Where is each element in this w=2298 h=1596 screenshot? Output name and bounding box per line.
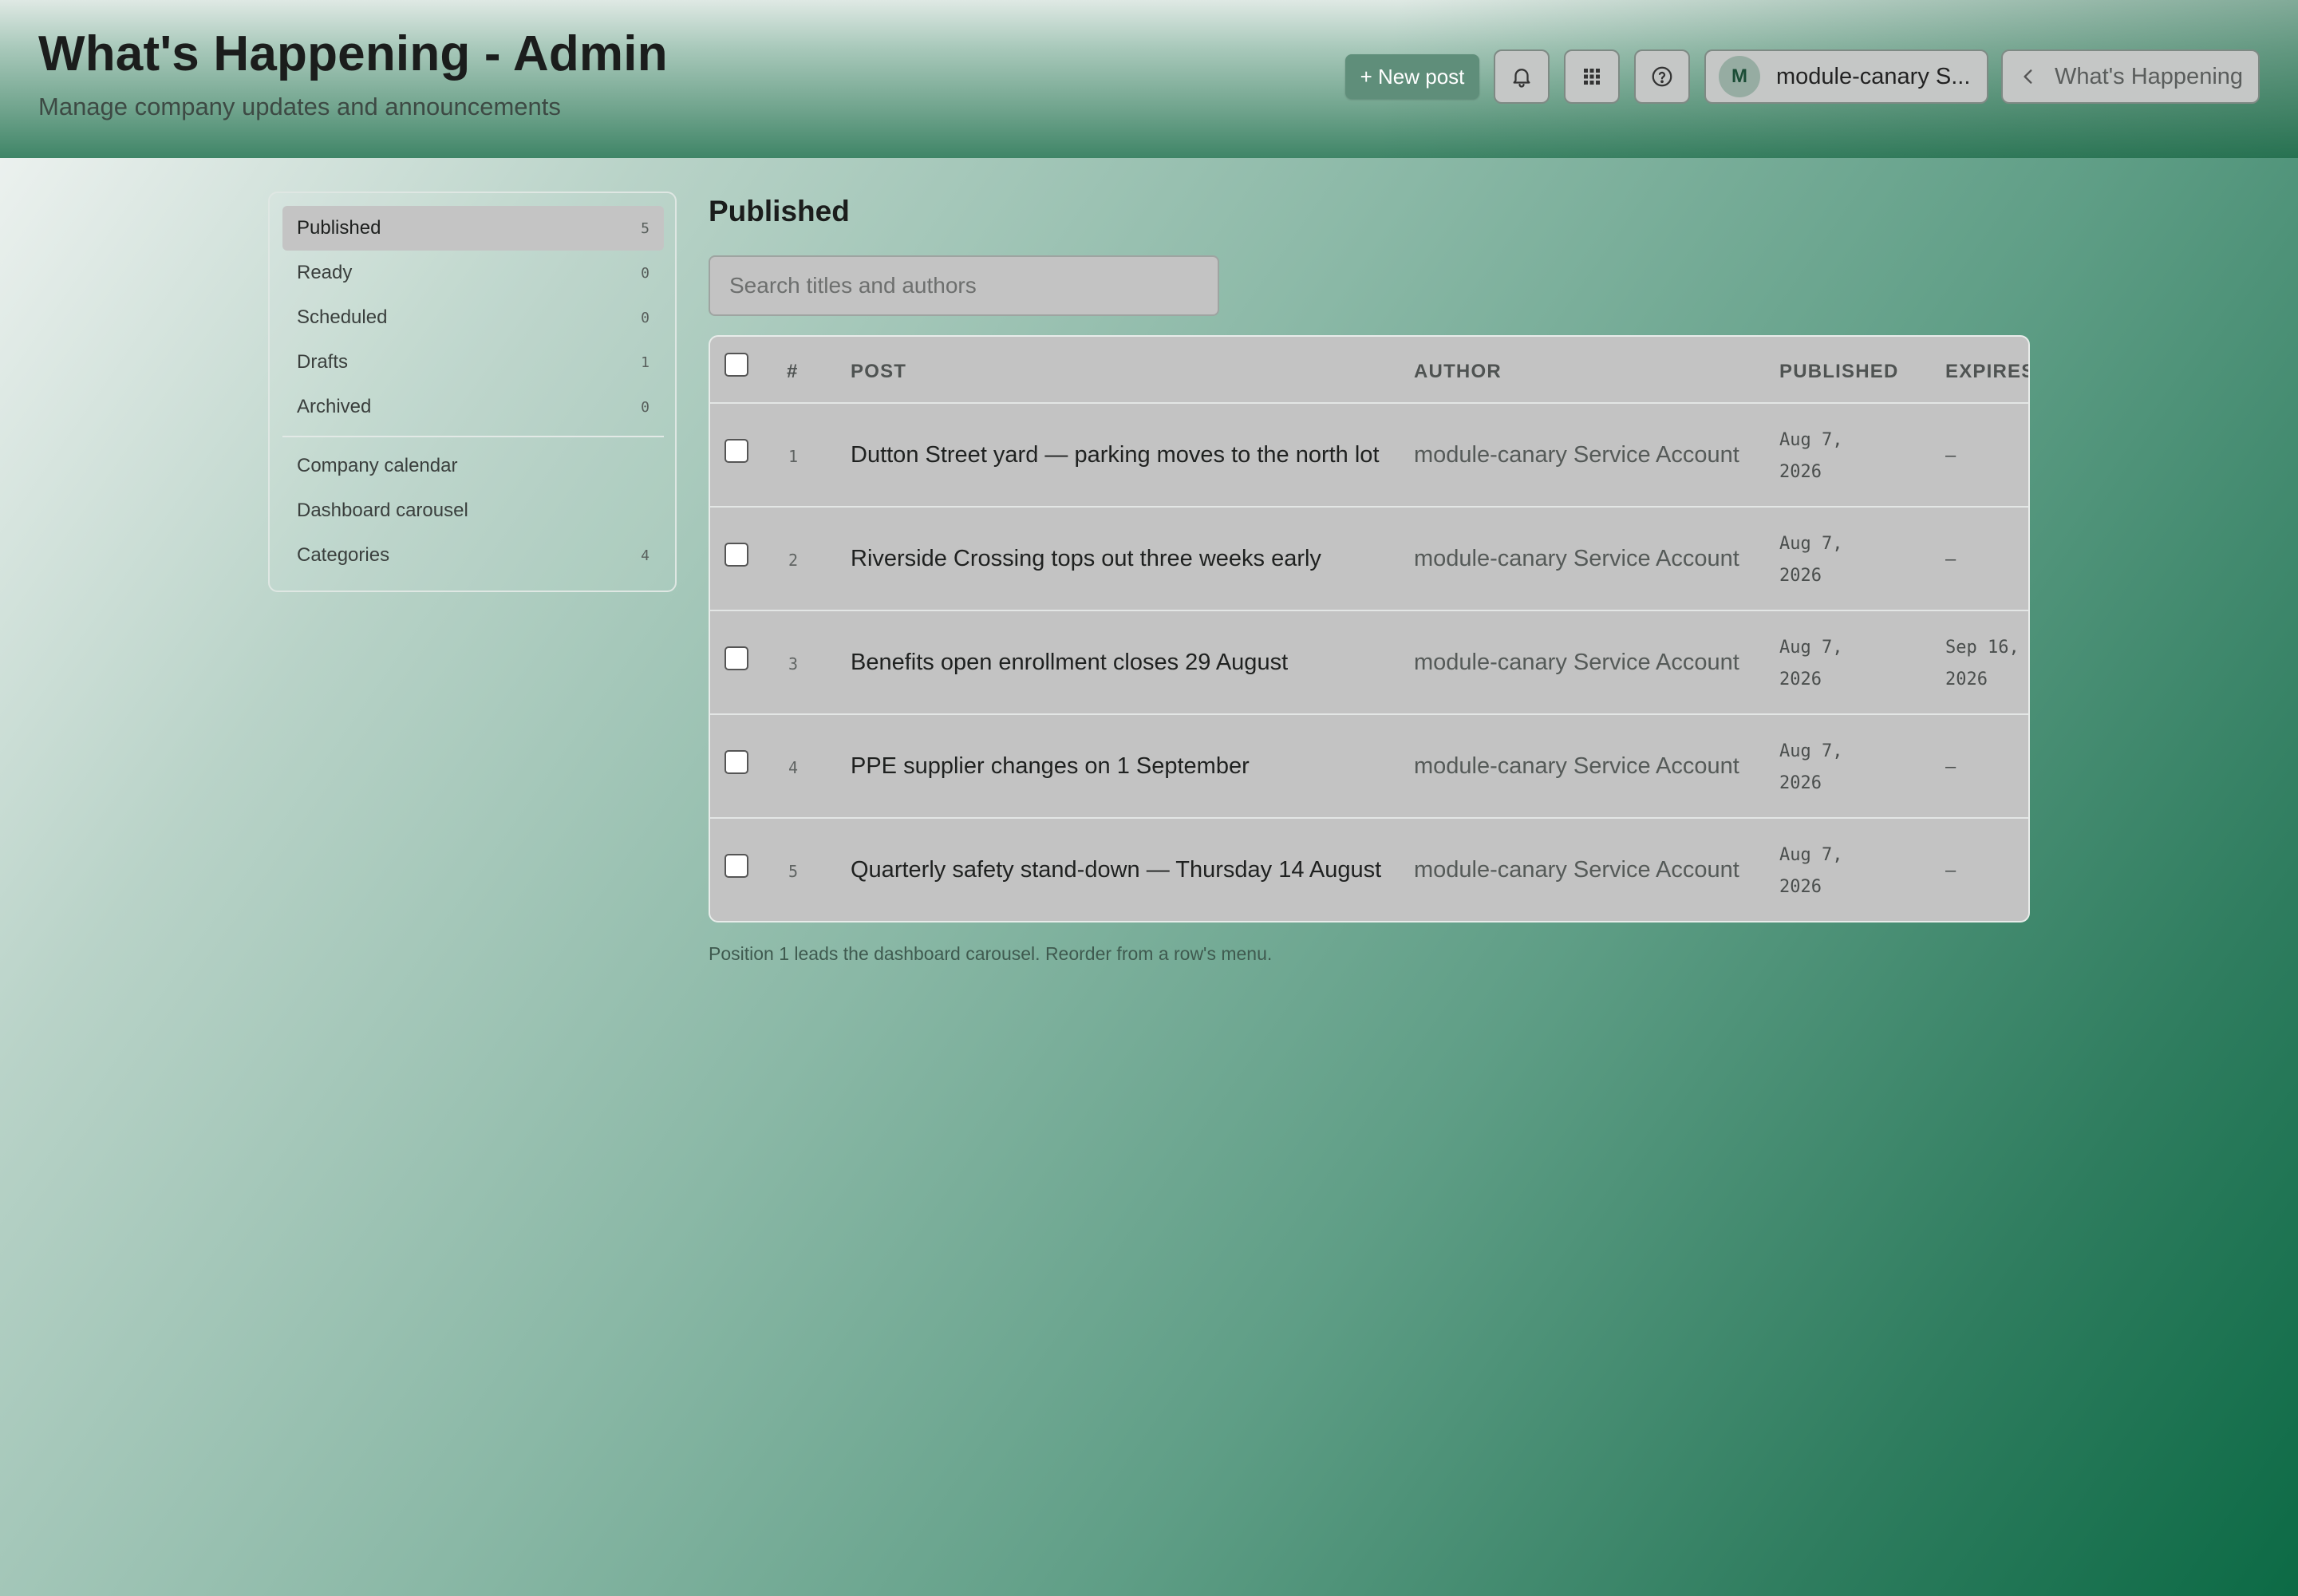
sidebar-item-label: Ready: [297, 262, 353, 283]
table-footnote: Position 1 leads the dashboard carousel.…: [709, 943, 1273, 964]
posts-table: # POST AUTHOR PUBLISHED EXPIRES 1 Dutton…: [709, 335, 2030, 922]
sidebar-item-label: Drafts: [297, 351, 349, 373]
column-header-author[interactable]: AUTHOR: [1414, 361, 1502, 383]
post-title[interactable]: Dutton Street yard — parking moves to th…: [851, 442, 1380, 468]
user-menu-button[interactable]: M module-canary S...: [1704, 49, 1988, 104]
sidebar-item-count: 0: [641, 264, 650, 282]
post-author: module-canary Service Account: [1414, 650, 1739, 675]
bell-icon: [1513, 69, 1530, 88]
sidebar-item-published[interactable]: Published 5: [282, 206, 664, 251]
apps-button[interactable]: [1564, 49, 1620, 104]
published-date: Aug 7, 2026: [1779, 638, 1843, 689]
sidebar-item-label: Published: [297, 217, 381, 239]
sidebar-item-scheduled[interactable]: Scheduled 0: [282, 295, 664, 340]
table-row[interactable]: 2 Riverside Crossing tops out three week…: [710, 508, 2028, 611]
sidebar-item-label: Archived: [297, 396, 372, 417]
column-header-expires[interactable]: EXPIRES: [1945, 361, 2028, 383]
row-checkbox[interactable]: [725, 750, 748, 774]
page-title: Published: [709, 195, 850, 227]
post-author: module-canary Service Account: [1414, 442, 1739, 468]
back-to-site-button[interactable]: What's Happening: [2001, 49, 2260, 104]
sidebar-divider: [282, 436, 664, 437]
search-input[interactable]: [709, 255, 1219, 316]
select-all-checkbox[interactable]: [725, 353, 748, 377]
row-position: 4: [788, 758, 799, 777]
row-position: 5: [788, 862, 799, 881]
published-date: Aug 7, 2026: [1779, 845, 1843, 897]
sidebar-item-archived[interactable]: Archived 0: [282, 385, 664, 429]
post-author: module-canary Service Account: [1414, 546, 1739, 571]
sidebar: Published 5 Ready 0 Scheduled 0 Drafts 1…: [268, 192, 677, 592]
post-title[interactable]: Riverside Crossing tops out three weeks …: [851, 546, 1321, 572]
row-position: 2: [788, 551, 799, 570]
row-checkbox[interactable]: [725, 439, 748, 463]
post-author: module-canary Service Account: [1414, 857, 1739, 883]
sidebar-item-count: 4: [641, 547, 650, 564]
help-icon: [1652, 66, 1672, 87]
published-date: Aug 7, 2026: [1779, 430, 1843, 482]
sidebar-item-ready[interactable]: Ready 0: [282, 251, 664, 295]
row-position: 1: [788, 447, 799, 466]
published-date: Aug 7, 2026: [1779, 534, 1843, 586]
app-header: What's Happening - Admin Manage company …: [0, 0, 2298, 158]
post-title[interactable]: Benefits open enrollment closes 29 Augus…: [851, 650, 1288, 676]
post-title[interactable]: PPE supplier changes on 1 September: [851, 753, 1250, 780]
column-header-post[interactable]: POST: [851, 361, 906, 383]
sidebar-item-label: Scheduled: [297, 306, 388, 328]
table-header: # POST AUTHOR PUBLISHED EXPIRES: [710, 337, 2028, 404]
sidebar-item-label: Dashboard carousel: [297, 500, 468, 521]
expires-date: –: [1945, 446, 1956, 466]
chevron-left-icon: [2024, 69, 2032, 84]
row-checkbox[interactable]: [725, 543, 748, 567]
sidebar-link-categories[interactable]: Categories 4: [282, 533, 664, 578]
expires-date: Sep 16, 2026: [1945, 638, 2020, 689]
sidebar-item-label: Company calendar: [297, 455, 458, 476]
app-subtitle: Manage company updates and announcements: [38, 93, 561, 120]
grid-icon: [1584, 69, 1600, 85]
sidebar-link-dashboard-carousel[interactable]: Dashboard carousel: [282, 488, 664, 533]
sidebar-item-count: 5: [641, 219, 650, 237]
post-author: module-canary Service Account: [1414, 753, 1739, 779]
sidebar-item-count: 0: [641, 309, 650, 326]
sidebar-item-count: 0: [641, 398, 650, 416]
notifications-button[interactable]: [1494, 49, 1550, 104]
expires-date: –: [1945, 757, 1956, 777]
app-title: What's Happening - Admin: [38, 26, 668, 81]
expires-date: –: [1945, 861, 1956, 881]
row-checkbox[interactable]: [725, 854, 748, 878]
post-title[interactable]: Quarterly safety stand-down — Thursday 1…: [851, 857, 1381, 883]
sidebar-item-count: 1: [641, 354, 650, 371]
user-name: module-canary S...: [1776, 63, 1971, 89]
row-checkbox[interactable]: [725, 646, 748, 670]
new-post-button[interactable]: + New post: [1345, 54, 1479, 99]
expires-date: –: [1945, 550, 1956, 570]
table-row[interactable]: 3 Benefits open enrollment closes 29 Aug…: [710, 611, 2028, 715]
help-button[interactable]: [1634, 49, 1690, 104]
avatar: M: [1719, 56, 1760, 97]
published-date: Aug 7, 2026: [1779, 741, 1843, 793]
sidebar-item-label: Categories: [297, 544, 390, 566]
column-header-num: #: [787, 361, 799, 382]
table-row[interactable]: 1 Dutton Street yard — parking moves to …: [710, 404, 2028, 508]
column-header-published[interactable]: PUBLISHED: [1779, 361, 1898, 383]
row-position: 3: [788, 654, 799, 674]
sidebar-link-company-calendar[interactable]: Company calendar: [282, 444, 664, 488]
back-label: What's Happening: [2054, 63, 2244, 89]
sidebar-item-drafts[interactable]: Drafts 1: [282, 340, 664, 385]
table-row[interactable]: 4 PPE supplier changes on 1 September mo…: [710, 715, 2028, 819]
table-row[interactable]: 5 Quarterly safety stand-down — Thursday…: [710, 819, 2028, 921]
